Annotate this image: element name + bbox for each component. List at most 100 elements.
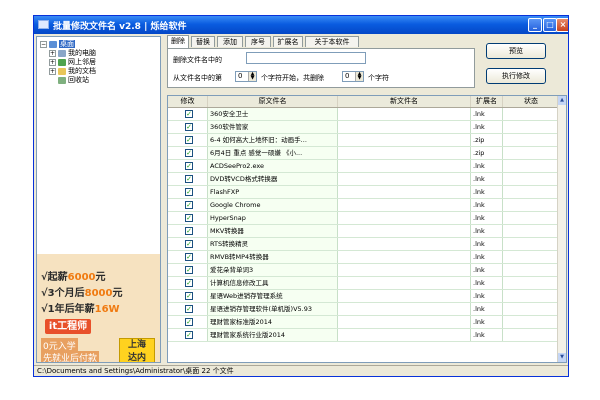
close-button[interactable]: × (556, 18, 568, 32)
ad-title: it工程师 (45, 319, 91, 334)
extension-cell: .zip (471, 134, 503, 146)
vertical-scrollbar[interactable]: ▲ ▼ (557, 96, 566, 362)
new-name-cell (338, 160, 471, 172)
checkbox-checked-icon[interactable]: ✓ (185, 266, 193, 274)
table-row[interactable]: ✓ HyperSnap .lnk (168, 212, 560, 225)
table-row[interactable]: ✓ 星语Web进销存管理系统 .lnk (168, 290, 560, 303)
tab-extension[interactable]: 扩展名 (273, 36, 303, 47)
table-row[interactable]: ✓ DVD转VCD格式转换器 .lnk (168, 173, 560, 186)
new-name-cell (338, 251, 471, 263)
checkbox-checked-icon[interactable]: ✓ (185, 162, 193, 170)
tree-collapse-icon[interactable]: − (40, 40, 47, 48)
modify-cell[interactable]: ✓ (168, 277, 208, 289)
checkbox-checked-icon[interactable]: ✓ (185, 149, 193, 157)
checkbox-checked-icon[interactable]: ✓ (185, 110, 193, 118)
preview-button[interactable]: 预览 (486, 43, 546, 59)
modify-cell[interactable]: ✓ (168, 225, 208, 237)
title-bar[interactable]: 批量修改文件名 v2.8 | 烁给软件 _ □ × (34, 16, 568, 34)
column-header-new-name[interactable]: 新文件名 (338, 96, 471, 107)
extension-cell: .lnk (471, 290, 503, 302)
scroll-up-icon[interactable]: ▲ (558, 96, 566, 105)
modify-cell[interactable]: ✓ (168, 121, 208, 133)
status-cell (503, 329, 560, 341)
table-row[interactable]: ✓ Google Chrome .lnk (168, 199, 560, 212)
new-name-cell (338, 121, 471, 133)
tab-replace[interactable]: 替换 (191, 36, 215, 47)
table-row[interactable]: ✓ 6月4日 重点 感觉一硕嫌 《小... .zip (168, 147, 560, 160)
column-header-modify[interactable]: 修改 (168, 96, 208, 107)
table-row[interactable]: ✓ 360安全卫士 .lnk (168, 108, 560, 121)
modify-cell[interactable]: ✓ (168, 199, 208, 211)
stepper-arrows-icon[interactable]: ▲ ▼ (248, 72, 256, 81)
checkbox-checked-icon[interactable]: ✓ (185, 240, 193, 248)
extension-cell: .lnk (471, 329, 503, 341)
modify-cell[interactable]: ✓ (168, 251, 208, 263)
modify-cell[interactable]: ✓ (168, 238, 208, 250)
table-row[interactable]: ✓ 计算机信息修改工具 .lnk (168, 277, 560, 290)
ad-brand-box: 上海 达内 (119, 338, 155, 362)
modify-cell[interactable]: ✓ (168, 186, 208, 198)
new-name-cell (338, 238, 471, 250)
checkbox-checked-icon[interactable]: ✓ (185, 292, 193, 300)
modify-cell[interactable]: ✓ (168, 212, 208, 224)
stepper-arrows-icon[interactable]: ▲ ▼ (355, 72, 363, 81)
table-row[interactable]: ✓ 星语进销存管理软件(单机版)V5.93 .lnk (168, 303, 560, 316)
table-row[interactable]: ✓ 360软件管家 .lnk (168, 121, 560, 134)
checkbox-checked-icon[interactable]: ✓ (185, 318, 193, 326)
tab-sequence[interactable]: 序号 (245, 36, 271, 47)
tree-expand-icon[interactable]: + (49, 58, 56, 66)
modify-cell[interactable]: ✓ (168, 147, 208, 159)
checkbox-checked-icon[interactable]: ✓ (185, 331, 193, 339)
checkbox-checked-icon[interactable]: ✓ (185, 175, 193, 183)
maximize-button[interactable]: □ (543, 18, 557, 32)
table-row[interactable]: ✓ 理财管家标准版2014 .lnk (168, 316, 560, 329)
checkbox-checked-icon[interactable]: ✓ (185, 214, 193, 222)
table-row[interactable]: ✓ MKV转换器 .lnk (168, 225, 560, 238)
table-row[interactable]: ✓ 理财管家系统行业版2014 .lnk (168, 329, 560, 342)
ad-banner[interactable]: √起薪6000元 √3个月后8000元 √1年后年薪16W it工程师 0元入学… (37, 254, 160, 362)
tree-expand-icon[interactable]: + (49, 49, 56, 57)
table-row[interactable]: ✓ ACDSeePro2.exe .lnk (168, 160, 560, 173)
modify-cell[interactable]: ✓ (168, 160, 208, 172)
start-position-stepper[interactable]: 0 ▲ ▼ (235, 71, 257, 82)
original-name-cell: 360软件管家 (208, 121, 338, 133)
delete-text-input[interactable] (246, 52, 366, 64)
checkbox-checked-icon[interactable]: ✓ (185, 253, 193, 261)
table-row[interactable]: ✓ FlashFXP .lnk (168, 186, 560, 199)
tree-item-recycle-bin[interactable]: 回收站 (58, 75, 89, 85)
table-row[interactable]: ✓ RMVB转MP4转换器 .lnk (168, 251, 560, 264)
modify-cell[interactable]: ✓ (168, 290, 208, 302)
checkbox-checked-icon[interactable]: ✓ (185, 188, 193, 196)
status-cell (503, 147, 560, 159)
column-header-original-name[interactable]: 原文件名 (208, 96, 338, 107)
tab-about[interactable]: 关于本软件 (305, 36, 359, 47)
checkbox-checked-icon[interactable]: ✓ (185, 201, 193, 209)
modify-cell[interactable]: ✓ (168, 173, 208, 185)
modify-cell[interactable]: ✓ (168, 316, 208, 328)
table-row[interactable]: ✓ 爱花朵背单词3 .lnk (168, 264, 560, 277)
tab-delete[interactable]: 删除 (167, 35, 189, 48)
file-list-table: 修改 原文件名 新文件名 扩展名 状态 ✓ 360安全卫士 .lnk ✓ 360软件管家… (167, 95, 567, 363)
execute-rename-button[interactable]: 执行修改 (486, 68, 546, 84)
scroll-down-icon[interactable]: ▼ (558, 353, 566, 362)
modify-cell[interactable]: ✓ (168, 108, 208, 120)
column-header-status[interactable]: 状态 (503, 96, 560, 107)
checkbox-checked-icon[interactable]: ✓ (185, 227, 193, 235)
modify-cell[interactable]: ✓ (168, 329, 208, 341)
modify-cell[interactable]: ✓ (168, 264, 208, 276)
table-row[interactable]: ✓ RTS转换精灵 .lnk (168, 238, 560, 251)
checkbox-checked-icon[interactable]: ✓ (185, 305, 193, 313)
minimize-button[interactable]: _ (528, 18, 542, 32)
delete-count-stepper[interactable]: 0 ▲ ▼ (342, 71, 364, 82)
new-name-cell (338, 212, 471, 224)
tab-add[interactable]: 添加 (217, 36, 243, 47)
checkbox-checked-icon[interactable]: ✓ (185, 123, 193, 131)
modify-cell[interactable]: ✓ (168, 134, 208, 146)
tree-expand-icon[interactable]: + (49, 67, 56, 75)
modify-cell[interactable]: ✓ (168, 303, 208, 315)
extension-cell: .zip (471, 147, 503, 159)
column-header-extension[interactable]: 扩展名 (471, 96, 503, 107)
checkbox-checked-icon[interactable]: ✓ (185, 136, 193, 144)
table-row[interactable]: ✓ 6-4 如何高大上地怀旧：动画手... .zip (168, 134, 560, 147)
checkbox-checked-icon[interactable]: ✓ (185, 279, 193, 287)
